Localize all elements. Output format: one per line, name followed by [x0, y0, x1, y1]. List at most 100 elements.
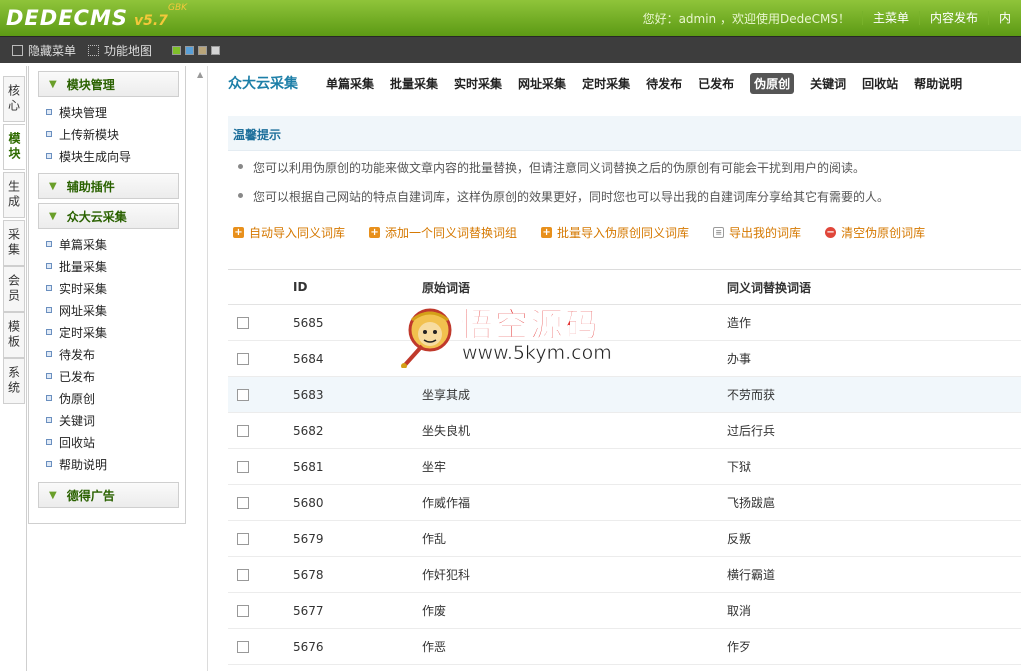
row-checkbox[interactable]	[237, 316, 249, 329]
menu-group-modules[interactable]: ▼ 模块管理	[38, 71, 179, 97]
menu-group-plugins[interactable]: ▼ 辅助插件	[38, 173, 179, 199]
menu-item[interactable]: 回收站	[29, 431, 185, 453]
vtab-templates[interactable]: 模板	[3, 312, 25, 358]
hide-menu-button[interactable]: 隐藏菜单	[12, 42, 76, 59]
skin-swatch[interactable]	[198, 45, 208, 55]
row-checkbox[interactable]	[237, 460, 249, 473]
cell-original: 作乱	[422, 532, 447, 546]
nav-realtime-collect[interactable]: 实时采集	[454, 75, 502, 92]
nav-single-collect[interactable]: 单篇采集	[326, 75, 374, 92]
nav-pending[interactable]: 待发布	[646, 75, 682, 92]
bullet-icon	[46, 109, 52, 115]
menu-group-ads[interactable]: ▼ 德得广告	[38, 482, 179, 508]
nav-recycle-bin[interactable]: 回收站	[862, 75, 898, 92]
menu-group-collect[interactable]: ▼ 众大云采集	[38, 203, 179, 229]
nav-batch-collect[interactable]: 批量采集	[390, 75, 438, 92]
minus-icon: −	[825, 226, 837, 238]
action-label: 导出我的词库	[729, 225, 802, 240]
table-row[interactable]: 5683 坐享其成 不劳而获	[228, 377, 1021, 413]
table-row[interactable]: 5684 办事	[228, 341, 1021, 377]
chevron-down-icon: ▼	[49, 180, 57, 192]
scroll-up-icon[interactable]: ▲	[197, 70, 203, 79]
top-link-more[interactable]: 内	[987, 11, 1021, 25]
row-checkbox[interactable]	[237, 424, 249, 437]
row-checkbox[interactable]	[237, 388, 249, 401]
export-button[interactable]: ≡ 导出我的词库	[713, 224, 801, 241]
tip-line: 您可以利用伪原创的功能来做文章内容的批量替换，但请注意同义词替换之后的伪原创有可…	[253, 161, 866, 175]
auto-import-button[interactable]: + 自动导入同义词库	[233, 224, 345, 241]
row-checkbox[interactable]	[237, 604, 249, 617]
menu-item-label: 模块管理	[59, 105, 108, 120]
nav-url-collect[interactable]: 网址采集	[518, 75, 566, 92]
clear-library-button[interactable]: − 清空伪原创词库	[825, 224, 925, 241]
vtab-system[interactable]: 系统	[3, 358, 25, 404]
table-row[interactable]: 5681 坐牢 下狱	[228, 449, 1021, 485]
vtab-generate[interactable]: 生成	[3, 172, 25, 218]
menu-item[interactable]: 待发布	[29, 343, 185, 365]
nav-keywords[interactable]: 关键词	[810, 75, 846, 92]
menu-item[interactable]: 单篇采集	[29, 233, 185, 255]
skin-swatch[interactable]	[172, 45, 182, 55]
menu-item[interactable]: 模块管理	[29, 101, 185, 123]
menu-item[interactable]: 帮助说明	[29, 453, 185, 475]
cell-synonym: 飞扬跋扈	[727, 496, 776, 510]
nav-published[interactable]: 已发布	[698, 75, 734, 92]
nav-timed-collect[interactable]: 定时采集	[582, 75, 630, 92]
vtab-collect[interactable]: 采集	[3, 220, 25, 266]
bullet-icon	[46, 351, 52, 357]
tips-box: 温馨提示	[228, 116, 1021, 151]
row-checkbox[interactable]	[237, 496, 249, 509]
menu-item[interactable]: 伪原创	[29, 387, 185, 409]
table-row[interactable]: 5680 作威作福 飞扬跋扈	[228, 485, 1021, 521]
menu-group-title: 模块管理	[66, 77, 115, 92]
cell-synonym: 取消	[727, 604, 752, 618]
vtab-members[interactable]: 会员	[3, 266, 25, 312]
table-row[interactable]: 5677 作废 取消	[228, 593, 1021, 629]
bullet-icon	[238, 193, 243, 198]
batch-import-button[interactable]: + 批量导入伪原创同义词库	[541, 224, 689, 241]
skin-swatch[interactable]	[211, 45, 221, 55]
plus-icon: +	[233, 226, 244, 238]
row-checkbox[interactable]	[237, 352, 249, 365]
nav-help[interactable]: 帮助说明	[914, 75, 962, 92]
table-row[interactable]: 5676 作恶 作歹	[228, 629, 1021, 665]
menu-group-title: 辅助插件	[66, 179, 115, 194]
header-synonym: 同义词替换词语	[727, 280, 812, 295]
site-map-button[interactable]: 功能地图	[88, 42, 152, 59]
menu-item[interactable]: 上传新模块	[29, 123, 185, 145]
menu-item[interactable]: 模块生成向导	[29, 145, 185, 167]
menu-item[interactable]: 关键词	[29, 409, 185, 431]
top-link-main-menu[interactable]: 主菜单	[861, 11, 919, 25]
cell-synonym: 下狱	[727, 460, 752, 474]
table-row[interactable]: 5682 坐失良机 过后行兵	[228, 413, 1021, 449]
table-row[interactable]: 5679 作乱 反叛	[228, 521, 1021, 557]
menu-item[interactable]: 实时采集	[29, 277, 185, 299]
row-checkbox[interactable]	[237, 532, 249, 545]
menu-item[interactable]: 定时采集	[29, 321, 185, 343]
vtab-modules[interactable]: 模块	[3, 124, 25, 170]
cell-original: 坐牢	[422, 460, 447, 474]
menu-item[interactable]: 已发布	[29, 365, 185, 387]
menu-item-label: 伪原创	[59, 391, 96, 406]
nav-pseudo-original[interactable]: 伪原创	[750, 72, 795, 94]
menu-item[interactable]: 批量采集	[29, 255, 185, 277]
document-icon: ≡	[713, 226, 725, 238]
vtab-core[interactable]: 核心	[3, 76, 25, 122]
tip-line: 您可以根据自己网站的特点自建词库，这样伪原创的效果更好，同时您也可以导出我的自建…	[253, 190, 890, 204]
menu-item[interactable]: 网址采集	[29, 299, 185, 321]
menu-item-label: 单篇采集	[59, 237, 108, 252]
add-synonym-button[interactable]: + 添加一个同义词替换词组	[369, 224, 517, 241]
logo-text: DEDECMS	[6, 6, 128, 30]
cell-id: 5678	[293, 567, 324, 582]
menu-splitter[interactable]: ▲	[188, 66, 208, 671]
top-link-content-publish[interactable]: 内容发布	[918, 11, 988, 25]
synonym-table: ID 原始词语 同义词替换词语 5685 造作 5684 办事 5683 坐享其…	[228, 269, 1021, 665]
row-checkbox[interactable]	[237, 640, 249, 653]
action-label: 批量导入伪原创同义词库	[557, 225, 690, 240]
row-checkbox[interactable]	[237, 568, 249, 581]
table-row[interactable]: 5678 作奸犯科 横行霸道	[228, 557, 1021, 593]
action-label: 清空伪原创词库	[841, 225, 926, 240]
cell-synonym: 办事	[727, 352, 752, 366]
skin-swatch[interactable]	[185, 45, 195, 55]
table-row[interactable]: 5685 造作	[228, 305, 1021, 341]
